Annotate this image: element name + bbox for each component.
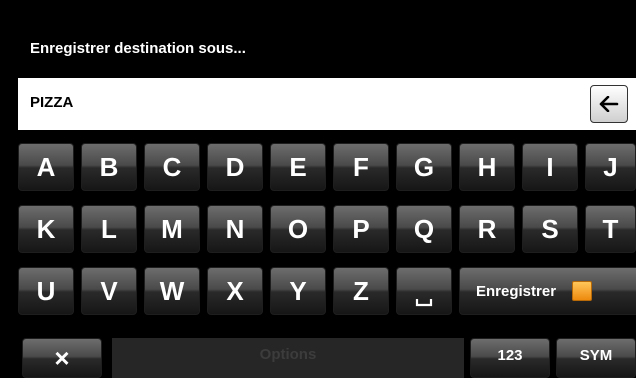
numbers-button[interactable]: 123 xyxy=(470,338,550,378)
key-n[interactable]: N xyxy=(207,205,263,253)
key-q[interactable]: Q xyxy=(396,205,452,253)
space-key[interactable] xyxy=(396,267,452,315)
key-v[interactable]: V xyxy=(81,267,137,315)
key-j[interactable]: J xyxy=(585,143,636,191)
key-d[interactable]: D xyxy=(207,143,263,191)
key-h[interactable]: H xyxy=(459,143,515,191)
save-button[interactable]: Enregistrer xyxy=(459,267,636,315)
key-c[interactable]: C xyxy=(144,143,200,191)
key-m[interactable]: M xyxy=(144,205,200,253)
key-t[interactable]: T xyxy=(585,205,636,253)
space-bar-icon xyxy=(415,299,433,307)
key-i[interactable]: I xyxy=(522,143,578,191)
backspace-button[interactable] xyxy=(590,85,628,123)
save-button-label: Enregistrer xyxy=(476,282,557,300)
destination-name-field[interactable]: PIZZA xyxy=(18,78,636,130)
key-a[interactable]: A xyxy=(18,143,74,191)
key-r[interactable]: R xyxy=(459,205,515,253)
key-l[interactable]: L xyxy=(81,205,137,253)
symbols-button[interactable]: SYM xyxy=(556,338,636,378)
key-k[interactable]: K xyxy=(18,205,74,253)
key-b[interactable]: B xyxy=(81,143,137,191)
close-button[interactable]: × xyxy=(22,338,102,378)
key-f[interactable]: F xyxy=(333,143,389,191)
destination-name-value: PIZZA xyxy=(30,94,74,111)
arrow-left-icon xyxy=(599,96,619,112)
key-p[interactable]: P xyxy=(333,205,389,253)
key-s[interactable]: S xyxy=(522,205,578,253)
key-y[interactable]: Y xyxy=(270,267,326,315)
key-g[interactable]: G xyxy=(396,143,452,191)
key-u[interactable]: U xyxy=(18,267,74,315)
key-x[interactable]: X xyxy=(207,267,263,315)
key-w[interactable]: W xyxy=(144,267,200,315)
options-button[interactable]: Options xyxy=(112,338,464,378)
save-icon xyxy=(572,281,593,301)
key-e[interactable]: E xyxy=(270,143,326,191)
key-o[interactable]: O xyxy=(270,205,326,253)
page-title: Enregistrer destination sous... xyxy=(30,40,246,57)
key-z[interactable]: Z xyxy=(333,267,389,315)
